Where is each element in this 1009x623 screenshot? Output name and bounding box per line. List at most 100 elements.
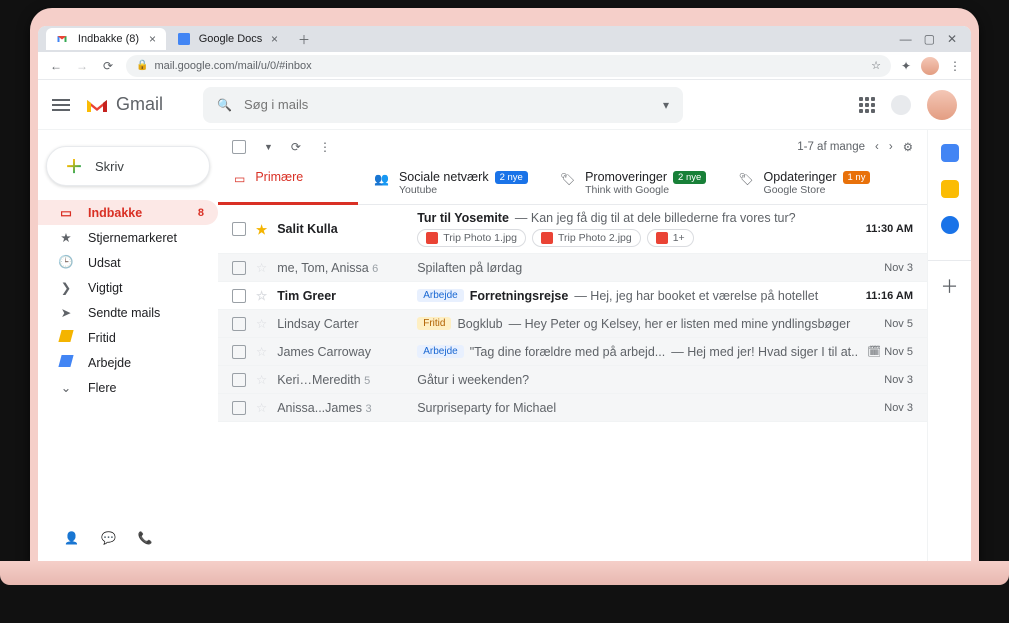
browser-tab-gmail[interactable]: Indbakke (8) × [46,28,166,50]
pagination-text: 1-7 af mange [797,141,865,153]
category-tab-sociale-netværk[interactable]: 👥 Sociale netværk2 nye Youtube [358,160,544,204]
message-row[interactable]: ☆ me, Tom, Anissa 6 Spilaften på lørdag … [218,254,927,282]
account-avatar[interactable] [927,90,957,120]
message-date: 🗓 Nov 5 [867,345,913,358]
image-icon [426,232,438,244]
message-date: 11:30 AM [866,223,913,235]
sender-name: Tim Greer [277,289,407,303]
message-row[interactable]: ☆ Tim Greer Arbejde Forretningsrejse — H… [218,282,927,310]
select-all-checkbox[interactable] [232,140,246,154]
category-subtitle: Think with Google [585,184,706,196]
sender-name: me, Tom, Anissa 6 [277,261,407,275]
category-title: Sociale netværk [399,170,489,184]
sidebar-item-fritid[interactable]: Fritid [38,325,218,350]
main-menu-button[interactable] [52,99,70,111]
sidebar-item-flere[interactable]: ⌄ Flere [38,375,218,400]
sidebar-item-arbejde[interactable]: Arbejde [38,350,218,375]
phone-icon[interactable]: 📞 [138,531,153,545]
important-icon: ❯ [58,280,74,295]
browser-menu-icon[interactable]: ⋮ [949,59,961,73]
star-icon[interactable]: ☆ [256,344,267,359]
window-maximize-icon[interactable]: ▢ [924,32,935,46]
browser-toolbar: ← → ⟳ 🔒 mail.google.com/mail/u/0/#inbox … [38,52,971,80]
star-icon[interactable]: ☆ [256,316,267,331]
window-minimize-icon[interactable]: — [900,32,912,46]
search-options-icon[interactable]: ▾ [663,98,669,112]
row-checkbox[interactable] [232,289,246,303]
attachment-chip[interactable]: 1+ [647,229,694,247]
sidebar-item-udsat[interactable]: 🕒 Udsat [38,250,218,275]
address-bar[interactable]: 🔒 mail.google.com/mail/u/0/#inbox ☆ [126,55,891,77]
message-row[interactable]: ☆ James Carroway Arbejde "Tag dine foræl… [218,338,927,366]
star-icon[interactable]: ☆ [256,260,267,275]
star-icon[interactable]: ☆ [256,288,267,303]
inbox-icon: ▭ [234,172,245,186]
star-icon[interactable]: ★ [256,222,267,237]
sidebar-item-stjernemarkeret[interactable]: ★ Stjernemarkeret [38,225,218,250]
hangouts-icon[interactable]: 💬 [101,531,116,545]
tab-label: Google Docs [199,33,263,45]
message-row[interactable]: ☆ Keri…Meredith 5 Gåtur i weekenden? Nov… [218,366,927,394]
close-icon[interactable]: × [271,32,278,46]
sidebar: ＋ Skriv ▭ Indbakke 8★ Stjernemarkeret 🕒 … [38,130,218,563]
sidebar-item-indbakke[interactable]: ▭ Indbakke 8 [38,200,218,225]
apps-grid-icon[interactable] [859,97,875,113]
addons-plus-icon[interactable]: ＋ [928,260,971,299]
more-actions-button[interactable]: ⋮ [319,140,331,154]
forward-button[interactable]: → [74,59,90,73]
calendar-icon[interactable] [941,144,959,162]
keep-icon[interactable] [941,180,959,198]
bookmark-star-icon[interactable]: ☆ [871,59,881,72]
gmail-logo[interactable]: Gmail [84,94,163,115]
category-tab-primære[interactable]: ▭ Primære [218,160,358,204]
row-checkbox[interactable] [232,373,246,387]
notifications-icon[interactable] [891,95,911,115]
star-icon[interactable]: ☆ [256,372,267,387]
sidebar-item-sendte-mails[interactable]: ➤ Sendte mails [38,300,218,325]
attachment-chip[interactable]: Trip Photo 2.jpg [532,229,641,247]
search-box[interactable]: 🔍 ▾ [203,87,683,123]
category-tab-opdateringer[interactable]: 🏷 Opdateringer1 ny Google Store [722,160,886,204]
profile-avatar-icon[interactable] [921,57,939,75]
window-close-icon[interactable]: ✕ [947,32,957,46]
message-subject: Forretningsrejse [470,289,569,303]
browser-tab-docs[interactable]: Google Docs × [168,28,288,50]
category-tab-promoveringer[interactable]: 🏷 Promoveringer2 nye Think with Google [544,160,722,204]
message-snippet: — Hey Peter og Kelsey, her er listen med… [509,317,851,331]
message-row[interactable]: ☆ Anissa...James 3 Surpriseparty for Mic… [218,394,927,422]
new-tab-button[interactable]: ＋ [290,31,318,48]
message-date: Nov 3 [884,402,913,414]
folder-count: 8 [198,207,204,219]
sidebar-item-vigtigt[interactable]: ❯ Vigtigt [38,275,218,300]
extensions-icon[interactable]: ✦ [901,59,911,73]
row-checkbox[interactable] [232,222,246,236]
image-icon [656,232,668,244]
attachment-chip[interactable]: Trip Photo 1.jpg [417,229,526,247]
close-icon[interactable]: × [149,32,156,46]
compose-button[interactable]: ＋ Skriv [46,146,210,186]
contacts-icon[interactable]: 👤 [64,531,79,545]
mail-toolbar: ▼ ⟳ ⋮ 1-7 af mange ‹ › ⚙ [218,130,927,160]
star-icon[interactable]: ☆ [256,400,267,415]
next-page-button[interactable]: › [889,141,893,153]
compose-label: Skriv [95,159,124,174]
reload-button[interactable]: ⟳ [100,59,116,73]
label-chip: Arbejde [417,345,463,358]
category-title: Promoveringer [585,170,667,184]
row-checkbox[interactable] [232,261,246,275]
message-subject: Spilaften på lørdag [417,261,522,275]
search-input[interactable] [244,97,651,112]
message-row[interactable]: ☆ Lindsay Carter Fritid Bogklub — Hey Pe… [218,310,927,338]
message-row[interactable]: ★ Salit Kulla Tur til Yosemite — Kan jeg… [218,205,927,254]
tasks-icon[interactable] [941,216,959,234]
row-checkbox[interactable] [232,317,246,331]
message-date: 11:16 AM [866,290,913,302]
refresh-button[interactable]: ⟳ [291,140,301,154]
settings-gear-icon[interactable]: ⚙ [903,140,913,154]
row-checkbox[interactable] [232,345,246,359]
row-checkbox[interactable] [232,401,246,415]
select-dropdown-icon[interactable]: ▼ [264,142,273,152]
sender-name: Keri…Meredith 5 [277,373,407,387]
prev-page-button[interactable]: ‹ [875,141,879,153]
back-button[interactable]: ← [48,59,64,73]
